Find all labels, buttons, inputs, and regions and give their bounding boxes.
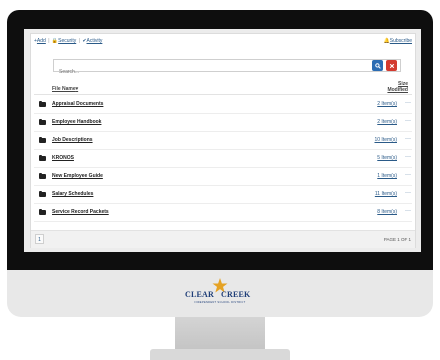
activity-link[interactable]: Activity <box>87 38 103 44</box>
modified-header-label: Modified <box>387 87 408 93</box>
folder-name-link[interactable]: New Employee Guide <box>52 173 103 179</box>
clear-search-button[interactable] <box>386 60 397 71</box>
search-button[interactable] <box>372 60 383 71</box>
monitor-stand-foot <box>150 349 290 360</box>
item-count-link[interactable]: 2 Item(s) <box>377 119 397 125</box>
search-input[interactable] <box>54 66 400 78</box>
table-row[interactable]: KRONOS 5 Item(s) ··· <box>31 150 415 168</box>
monitor-stand-neck <box>175 317 265 351</box>
search-box <box>53 59 401 78</box>
x-icon <box>389 63 394 68</box>
page-1-button[interactable]: 1 <box>35 234 44 244</box>
table-row[interactable]: Salary Schedules 11 Item(s) ··· <box>31 186 415 204</box>
more-options-icon[interactable]: ··· <box>405 208 411 214</box>
logo-word-clear: CLEAR <box>185 290 215 299</box>
header-divider <box>34 94 412 95</box>
folder-icon <box>39 208 46 215</box>
more-options-icon[interactable]: ··· <box>405 136 411 142</box>
table-row[interactable]: Service Record Packets 8 Item(s) ··· <box>31 204 415 222</box>
magnifier-icon <box>374 62 381 69</box>
item-count-link[interactable]: 5 Item(s) <box>377 155 397 161</box>
row-divider <box>34 221 412 222</box>
file-name-header-label: File Name <box>52 86 76 92</box>
table-row[interactable]: Job Descriptions 10 Item(s) ··· <box>31 132 415 150</box>
folder-name-link[interactable]: Job Descriptions <box>52 137 93 143</box>
clear-creek-logo: CLEAR CREEK INDEPENDENT SCHOOL DISTRICT <box>185 277 255 309</box>
folder-name-link[interactable]: Salary Schedules <box>52 191 93 197</box>
folder-name-link[interactable]: Service Record Packets <box>52 209 109 215</box>
folder-icon <box>39 118 46 125</box>
more-options-icon[interactable]: ··· <box>405 100 411 106</box>
folder-name-link[interactable]: Employee Handbook <box>52 119 101 125</box>
item-count-link[interactable]: 1 Item(s) <box>377 173 397 179</box>
pagination-bar: 1 PAGE 1 OF 1 <box>31 230 415 248</box>
folder-icon <box>39 100 46 107</box>
table-row[interactable]: New Employee Guide 1 Item(s) ··· <box>31 168 415 186</box>
file-name-column-header[interactable]: File Name▾ <box>52 86 78 92</box>
item-count-link[interactable]: 8 Item(s) <box>377 209 397 215</box>
more-options-icon[interactable]: ··· <box>405 190 411 196</box>
library-toolbar: +Add | 🔒Security | ✔Activity 🔔Subscribe <box>31 34 415 47</box>
logo-word-creek: CREEK <box>221 290 251 299</box>
document-library-panel: +Add | 🔒Security | ✔Activity 🔔Subscribe … <box>30 33 416 248</box>
folder-icon <box>39 172 46 179</box>
logo-subtitle: INDEPENDENT SCHOOL DISTRICT <box>194 301 246 304</box>
more-options-icon[interactable]: ··· <box>405 118 411 124</box>
size-modified-column-header[interactable]: Size Modified <box>387 81 408 93</box>
item-count-link[interactable]: 2 Item(s) <box>377 101 397 107</box>
more-options-icon[interactable]: ··· <box>405 172 411 178</box>
add-link[interactable]: Add <box>37 38 46 44</box>
folder-icon <box>39 136 46 143</box>
folder-name-link[interactable]: Appraisal Documents <box>52 101 103 107</box>
folder-name-link[interactable]: KRONOS <box>52 155 74 161</box>
folder-icon <box>39 154 46 161</box>
toolbar-divider: | <box>48 38 50 44</box>
item-count-link[interactable]: 11 Item(s) <box>375 191 397 197</box>
subscribe-link[interactable]: Subscribe <box>390 38 412 44</box>
more-options-icon[interactable]: ··· <box>405 154 411 160</box>
table-row[interactable]: Appraisal Documents 2 Item(s) ··· <box>31 96 415 114</box>
item-count-link[interactable]: 10 Item(s) <box>374 137 397 143</box>
folder-icon <box>39 190 46 197</box>
sort-arrow-icon: ▾ <box>75 86 79 92</box>
security-link[interactable]: Security <box>58 38 76 44</box>
page-count-label: PAGE 1 OF 1 <box>383 237 411 242</box>
table-row[interactable]: Employee Handbook 2 Item(s) ··· <box>31 114 415 132</box>
toolbar-divider: | <box>78 38 80 44</box>
